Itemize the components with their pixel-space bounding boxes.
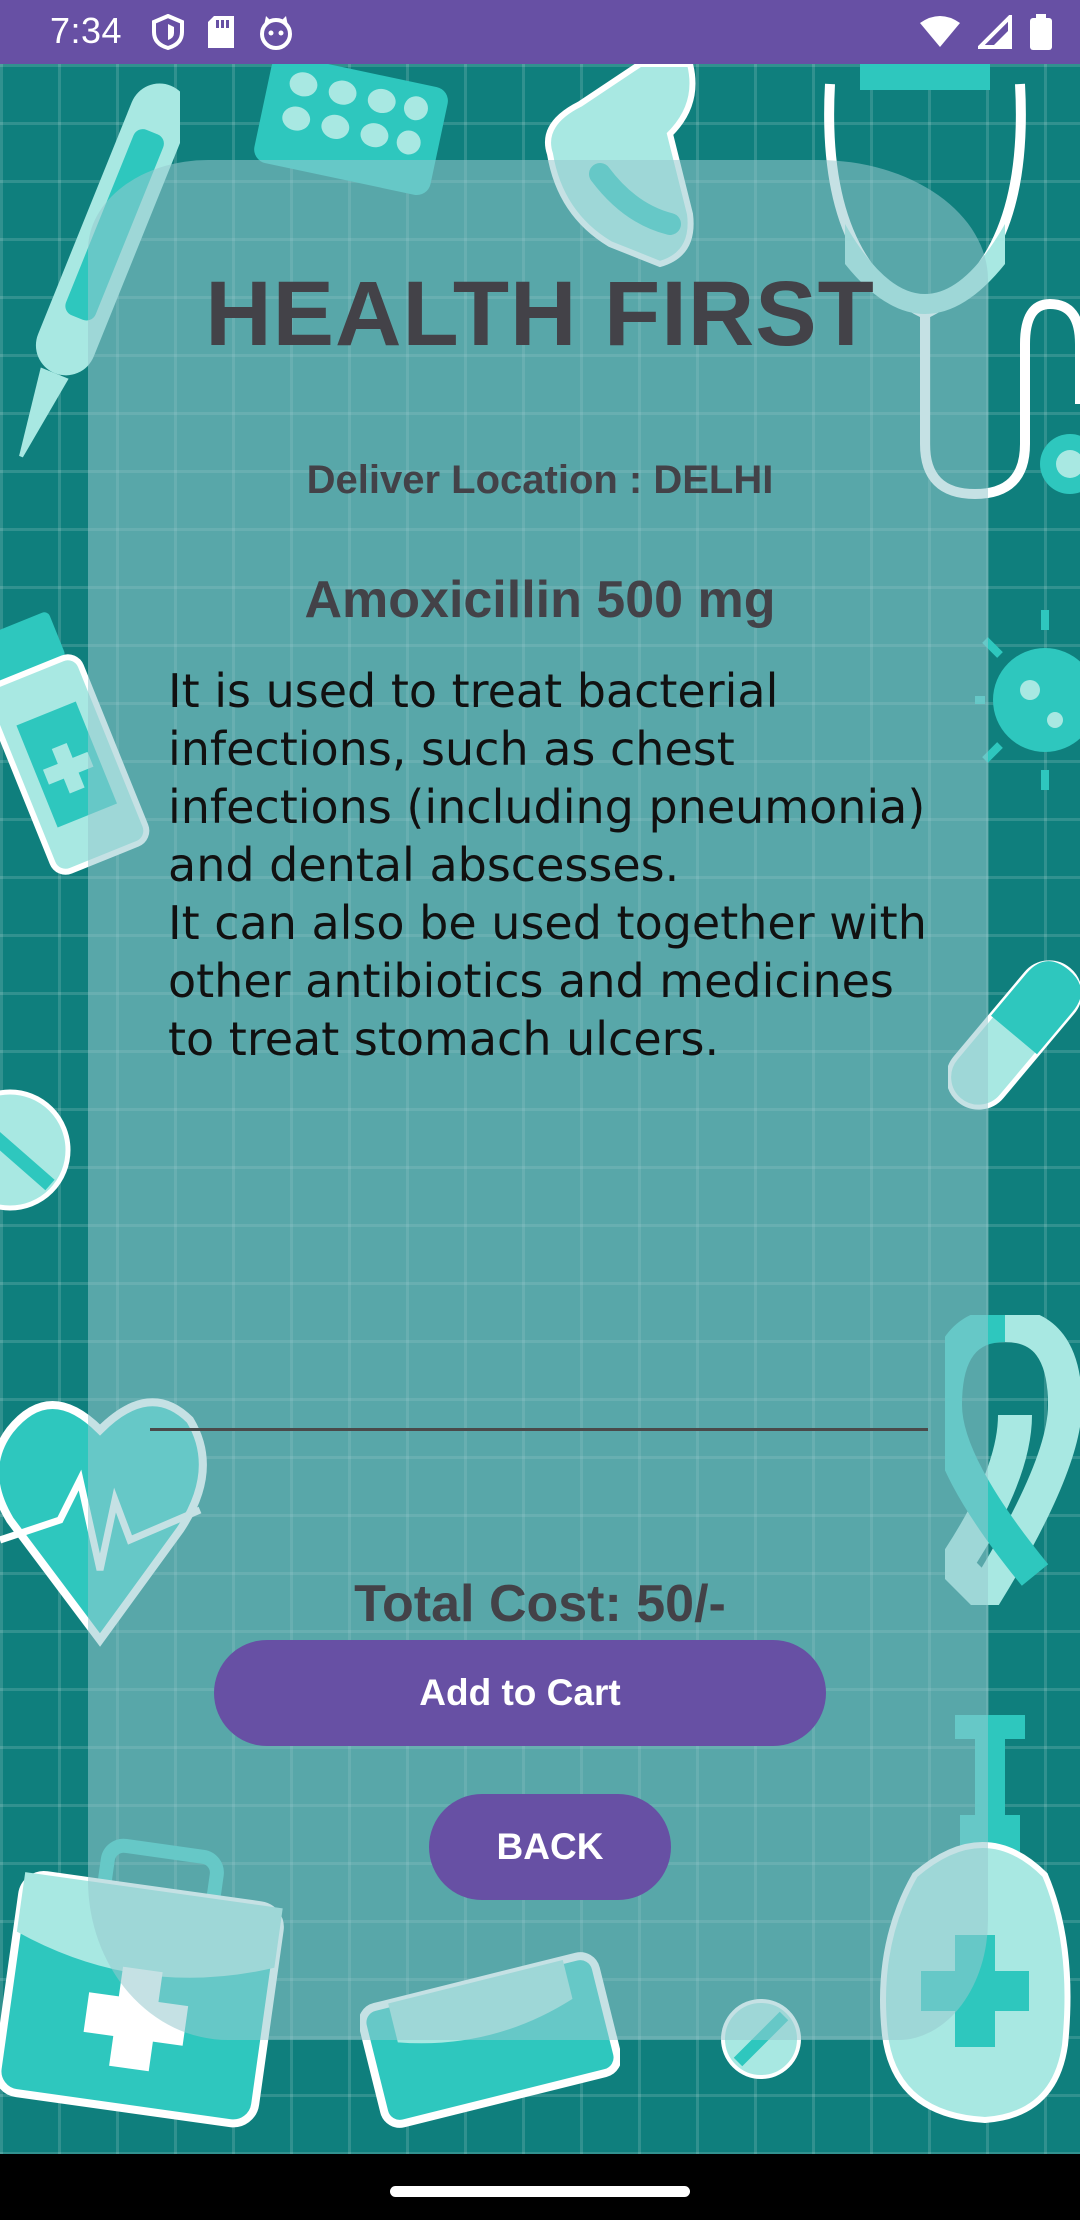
- navigation-bar: [0, 2154, 1080, 2220]
- divider: [150, 1428, 928, 1431]
- status-icons-left: [152, 14, 294, 50]
- content-card: [88, 160, 988, 2040]
- status-time: 7:34: [50, 10, 123, 51]
- signal-icon: [978, 15, 1012, 49]
- medicine-name: Amoxicillin 500 mg: [304, 571, 776, 629]
- medicine-description: It is used to treat bacterial infections…: [168, 664, 927, 1066]
- back-button[interactable]: BACK: [429, 1794, 671, 1900]
- app-screen: HEALTH FIRST Deliver Location : DELHI Am…: [0, 0, 1080, 2220]
- delivery-location: Deliver Location : DELHI: [306, 458, 774, 502]
- add-to-cart-button[interactable]: Add to Cart: [214, 1640, 826, 1746]
- shield-icon: [152, 14, 184, 50]
- virus-icon: [975, 610, 1080, 790]
- home-gesture-handle[interactable]: [390, 2186, 690, 2197]
- total-cost: Total Cost: 50/-: [354, 1575, 726, 1633]
- cat-icon: [260, 16, 292, 50]
- status-icons-right: [920, 14, 1052, 50]
- wifi-icon: [920, 16, 960, 47]
- app-title: HEALTH FIRST: [205, 263, 875, 365]
- status-bar: 7:34: [0, 0, 1080, 64]
- pill-icon: [0, 1089, 71, 1211]
- sd-card-icon: [208, 16, 234, 48]
- battery-icon: [1030, 14, 1052, 50]
